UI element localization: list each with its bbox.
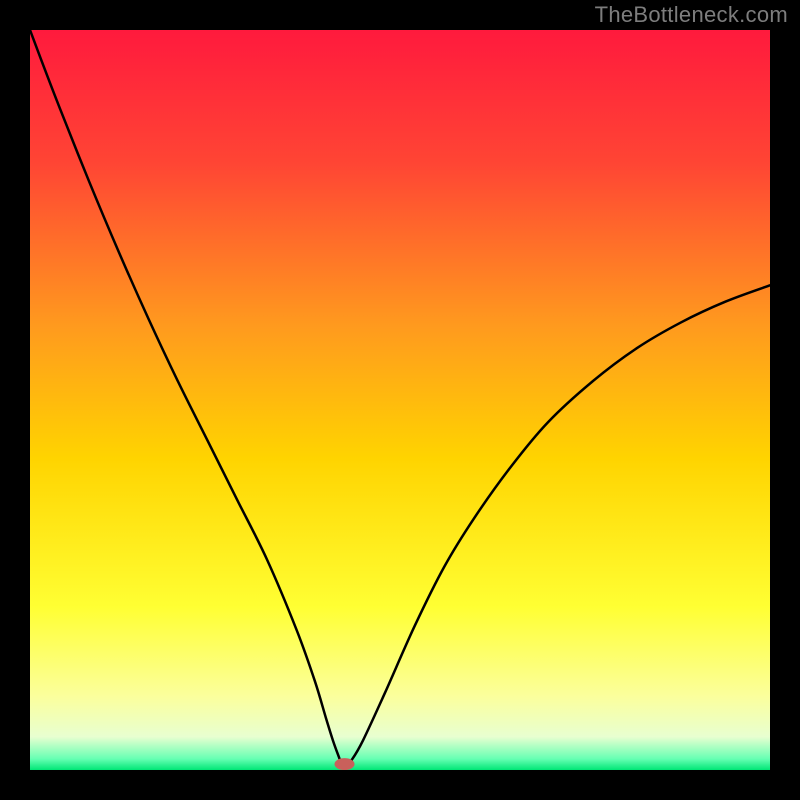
chart-frame: TheBottleneck.com — [0, 0, 800, 800]
chart-svg — [30, 30, 770, 770]
watermark-text: TheBottleneck.com — [595, 2, 788, 28]
optimal-point-marker — [335, 758, 355, 770]
chart-area — [30, 30, 770, 770]
